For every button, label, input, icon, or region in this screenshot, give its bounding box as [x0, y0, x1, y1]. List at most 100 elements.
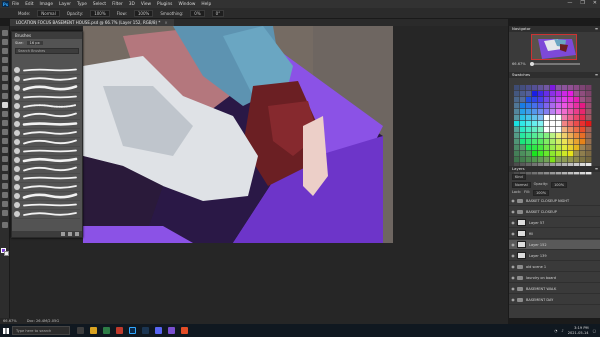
swatch-cell[interactable] [532, 145, 538, 151]
swatch-cell[interactable] [556, 103, 562, 109]
blur-tool-icon[interactable] [2, 147, 8, 153]
swatch-cell[interactable] [586, 115, 592, 121]
swatch-cell[interactable] [514, 103, 520, 109]
swatch-cell[interactable] [580, 91, 586, 97]
swatch-cell[interactable] [526, 103, 532, 109]
swatch-cell[interactable] [586, 97, 592, 103]
menu-image[interactable]: Image [40, 2, 53, 7]
menu-3d[interactable]: 3D [129, 2, 135, 7]
zoom-tool-icon[interactable] [2, 210, 8, 216]
path-select-tool-icon[interactable] [2, 183, 8, 189]
swatch-cell[interactable] [544, 157, 550, 163]
swatch-cell[interactable] [520, 103, 526, 109]
swatch-cell[interactable] [568, 133, 574, 139]
brush-preset-item[interactable] [14, 111, 80, 120]
swatch-cell[interactable] [562, 157, 568, 163]
flow-field[interactable]: 100% [133, 9, 154, 17]
new-brush-group-icon[interactable] [61, 232, 65, 236]
swatch-cell[interactable] [526, 127, 532, 133]
panel-menu-icon[interactable]: ≡ [595, 26, 598, 32]
menu-file[interactable]: File [12, 2, 19, 7]
swatch-cell[interactable] [556, 109, 562, 115]
swatch-cell[interactable] [556, 133, 562, 139]
swatch-cell[interactable] [514, 109, 520, 115]
swatch-cell[interactable] [538, 109, 544, 115]
swatch-cell[interactable] [544, 91, 550, 97]
start-button[interactable] [0, 324, 12, 337]
history-brush-tool-icon[interactable] [2, 120, 8, 126]
swatch-cell[interactable] [556, 91, 562, 97]
swatch-cell[interactable] [574, 151, 580, 157]
swatch-cell[interactable] [580, 127, 586, 133]
swatch-cell[interactable] [562, 151, 568, 157]
menu-view[interactable]: View [141, 2, 151, 7]
swatch-cell[interactable] [550, 97, 556, 103]
swatch-cell[interactable] [532, 91, 538, 97]
swatch-cell[interactable] [538, 139, 544, 145]
menu-window[interactable]: Window [178, 2, 195, 7]
swatch-cell[interactable] [580, 109, 586, 115]
menu-layer[interactable]: Layer [59, 2, 71, 7]
clone-stamp-tool-icon[interactable] [2, 111, 8, 117]
move-tool-icon[interactable] [2, 30, 8, 36]
swatch-cell[interactable] [580, 97, 586, 103]
brush-preset-item[interactable] [14, 165, 80, 174]
swatch-cell[interactable] [586, 85, 592, 91]
swatch-cell[interactable] [526, 145, 532, 151]
swatch-cell[interactable] [580, 121, 586, 127]
swatch-cell[interactable] [538, 157, 544, 163]
quick-select-tool-icon[interactable] [2, 57, 8, 63]
layer-group-row[interactable]: ◉ BASEMENT DAY [509, 295, 600, 305]
brush-preset-item[interactable] [14, 156, 80, 165]
visibility-eye-icon[interactable]: ◉ [509, 286, 517, 291]
swatch-cell[interactable] [568, 157, 574, 163]
brush-preset-item[interactable] [14, 84, 80, 93]
swatch-cell[interactable] [550, 157, 556, 163]
app-orange-icon[interactable] [181, 327, 188, 334]
steam-icon[interactable] [142, 327, 149, 334]
shape-tool-icon[interactable] [2, 192, 8, 198]
swatch-cell[interactable] [526, 85, 532, 91]
swatch-cell[interactable] [574, 127, 580, 133]
swatch-cell[interactable] [538, 151, 544, 157]
swatch-cell[interactable] [556, 127, 562, 133]
swatch-cell[interactable] [556, 139, 562, 145]
swatch-cell[interactable] [556, 157, 562, 163]
swatch-cell[interactable] [586, 109, 592, 115]
document-tab[interactable]: LOCATION FOCUS BASEMENT HOUSE.psd @ 66.7… [10, 19, 174, 26]
menu-select[interactable]: Select [93, 2, 106, 7]
layer-row[interactable]: ◉ Layer 152 [509, 240, 600, 250]
swatch-cell[interactable] [532, 109, 538, 115]
swatch-cell[interactable] [550, 109, 556, 115]
swatch-cell[interactable] [526, 139, 532, 145]
visibility-eye-icon[interactable]: ◉ [509, 209, 517, 214]
swatch-cell[interactable] [556, 121, 562, 127]
menu-edit[interactable]: Edit [25, 2, 33, 7]
swatch-cell[interactable] [568, 85, 574, 91]
swatch-cell[interactable] [514, 133, 520, 139]
swatch-cell[interactable] [520, 139, 526, 145]
swatch-cell[interactable] [562, 97, 568, 103]
swatch-cell[interactable] [568, 145, 574, 151]
swatch-cell[interactable] [538, 85, 544, 91]
menu-plugins[interactable]: Plugins [157, 2, 172, 7]
swatch-cell[interactable] [514, 151, 520, 157]
swatch-cell[interactable] [586, 121, 592, 127]
swatch-cell[interactable] [544, 103, 550, 109]
status-zoom[interactable]: 66.67% [3, 319, 17, 323]
swatch-cell[interactable] [514, 127, 520, 133]
brush-preset-item[interactable] [14, 93, 80, 102]
swatch-cell[interactable] [514, 145, 520, 151]
swatch-cell[interactable] [574, 145, 580, 151]
swatch-cell[interactable] [562, 85, 568, 91]
swatch-cell[interactable] [568, 151, 574, 157]
smoothing-field[interactable]: 0% [190, 9, 205, 17]
volume-icon[interactable]: ♪ [561, 329, 563, 333]
brush-preset-item[interactable] [14, 138, 80, 147]
swatch-cell[interactable] [574, 157, 580, 163]
swatch-cell[interactable] [538, 115, 544, 121]
swatch-cell[interactable] [568, 91, 574, 97]
panel-menu-icon[interactable]: ≡ [595, 72, 598, 78]
swatch-cell[interactable] [526, 115, 532, 121]
dodge-tool-icon[interactable] [2, 156, 8, 162]
